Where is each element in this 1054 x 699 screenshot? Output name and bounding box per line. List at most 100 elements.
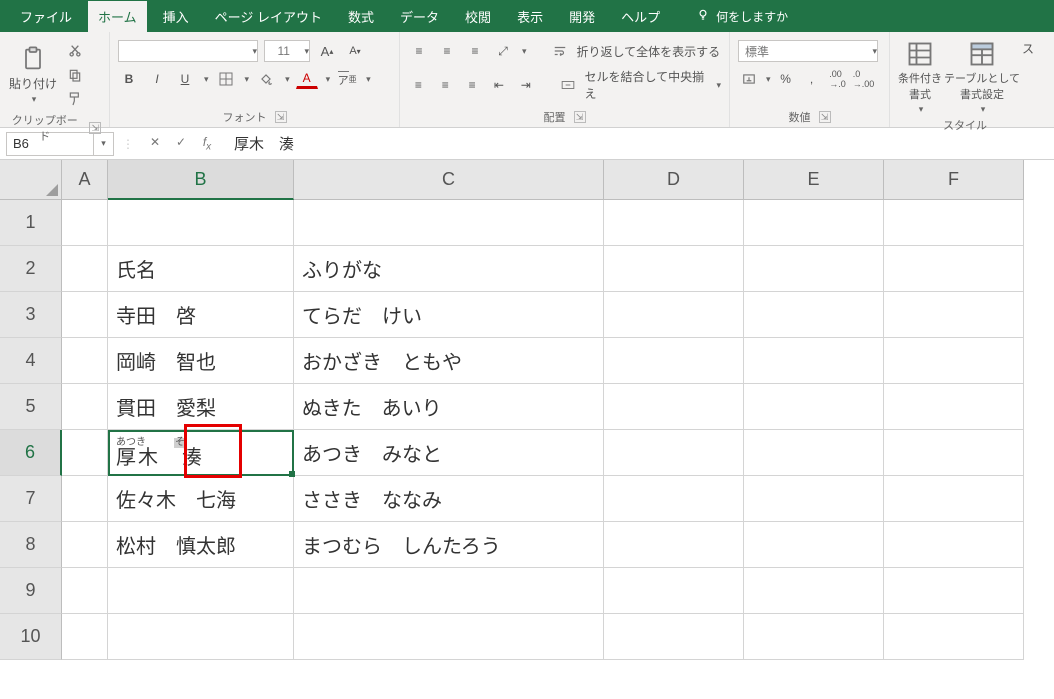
cell-B2[interactable]: 氏名: [108, 246, 294, 292]
number-launcher[interactable]: ⇲: [819, 111, 831, 123]
cell-C4[interactable]: おかざき ともや: [294, 338, 604, 384]
cell-A2[interactable]: [62, 246, 108, 292]
align-center-button[interactable]: ≡: [435, 74, 456, 96]
tab-view[interactable]: 表示: [507, 1, 553, 32]
col-header-D[interactable]: D: [604, 160, 744, 200]
underline-button[interactable]: U: [174, 68, 196, 90]
cell-C8[interactable]: まつむら しんたろう: [294, 522, 604, 568]
cell-F3[interactable]: [884, 292, 1024, 338]
cell-F7[interactable]: [884, 476, 1024, 522]
cell-B1[interactable]: [108, 200, 294, 246]
font-size-combo[interactable]: 11▾: [264, 40, 310, 62]
fill-color-button[interactable]: [255, 68, 277, 90]
cell-A4[interactable]: [62, 338, 108, 384]
cell-C10[interactable]: [294, 614, 604, 660]
cell-A1[interactable]: [62, 200, 108, 246]
cancel-entry-button[interactable]: ✕: [146, 135, 164, 152]
cell-F6[interactable]: [884, 430, 1024, 476]
cell-D5[interactable]: [604, 384, 744, 430]
align-top-button[interactable]: ≡: [408, 40, 430, 62]
cell-C9[interactable]: [294, 568, 604, 614]
decrease-decimal-button[interactable]: .0→.00: [853, 68, 875, 90]
tab-developer[interactable]: 開発: [559, 1, 605, 32]
border-button[interactable]: [215, 68, 237, 90]
cell-B3[interactable]: 寺田 啓: [108, 292, 294, 338]
tab-insert[interactable]: 挿入: [153, 1, 199, 32]
insert-function-button[interactable]: fx: [198, 135, 216, 152]
tab-help[interactable]: ヘルプ: [611, 1, 670, 32]
cell-D2[interactable]: [604, 246, 744, 292]
tell-me-search[interactable]: 何をしますか: [686, 2, 798, 31]
cell-A6[interactable]: [62, 430, 108, 476]
cell-E2[interactable]: [744, 246, 884, 292]
cell-F1[interactable]: [884, 200, 1024, 246]
cell-E3[interactable]: [744, 292, 884, 338]
format-painter-button[interactable]: [64, 88, 86, 110]
cell-F9[interactable]: [884, 568, 1024, 614]
decrease-font-button[interactable]: A▾: [344, 40, 366, 62]
tab-data[interactable]: データ: [390, 1, 449, 32]
phonetic-button[interactable]: ア亜: [336, 68, 358, 90]
col-header-A[interactable]: A: [62, 160, 108, 200]
align-right-button[interactable]: ≡: [462, 74, 483, 96]
comma-button[interactable]: ,: [801, 68, 823, 90]
cell-D10[interactable]: [604, 614, 744, 660]
cell-C1[interactable]: [294, 200, 604, 246]
cell-F8[interactable]: [884, 522, 1024, 568]
row-header-1[interactable]: 1: [0, 200, 62, 246]
cell-B8[interactable]: 松村 慎太郎: [108, 522, 294, 568]
font-launcher[interactable]: ⇲: [275, 111, 287, 123]
cell-A8[interactable]: [62, 522, 108, 568]
cell-A9[interactable]: [62, 568, 108, 614]
merge-center-button[interactable]: セルを結合して中央揃え: [584, 68, 708, 102]
row-header-2[interactable]: 2: [0, 246, 62, 292]
tab-formulas[interactable]: 数式: [338, 1, 384, 32]
row-header-4[interactable]: 4: [0, 338, 62, 384]
row-header-8[interactable]: 8: [0, 522, 62, 568]
italic-button[interactable]: I: [146, 68, 168, 90]
cell-C3[interactable]: てらだ けい: [294, 292, 604, 338]
cell-B5[interactable]: 貫田 愛梨: [108, 384, 294, 430]
col-header-F[interactable]: F: [884, 160, 1024, 200]
cell-F5[interactable]: [884, 384, 1024, 430]
col-header-B[interactable]: B: [108, 160, 294, 200]
cell-F10[interactable]: [884, 614, 1024, 660]
font-name-combo[interactable]: ▾: [118, 40, 258, 62]
row-header-7[interactable]: 7: [0, 476, 62, 522]
tab-home[interactable]: ホーム: [88, 1, 147, 32]
cell-E9[interactable]: [744, 568, 884, 614]
cut-button[interactable]: [64, 40, 86, 62]
cell-C5[interactable]: ぬきた あいり: [294, 384, 604, 430]
cell-F2[interactable]: [884, 246, 1024, 292]
col-header-E[interactable]: E: [744, 160, 884, 200]
alignment-launcher[interactable]: ⇲: [574, 111, 586, 123]
format-as-table-button[interactable]: テーブルとして 書式設定▾: [948, 40, 1016, 115]
cell-D4[interactable]: [604, 338, 744, 384]
align-middle-button[interactable]: ≡: [436, 40, 458, 62]
bold-button[interactable]: B: [118, 68, 140, 90]
cell-A10[interactable]: [62, 614, 108, 660]
row-header-6[interactable]: 6: [0, 430, 62, 476]
cell-D7[interactable]: [604, 476, 744, 522]
cell-A5[interactable]: [62, 384, 108, 430]
cell-C6[interactable]: あつき みなと: [294, 430, 604, 476]
row-header-3[interactable]: 3: [0, 292, 62, 338]
cell-E1[interactable]: [744, 200, 884, 246]
cell-A7[interactable]: [62, 476, 108, 522]
cell-E10[interactable]: [744, 614, 884, 660]
increase-decimal-button[interactable]: .00→.0: [827, 68, 849, 90]
cell-B4[interactable]: 岡崎 智也: [108, 338, 294, 384]
tab-file[interactable]: ファイル: [10, 1, 82, 32]
row-header-10[interactable]: 10: [0, 614, 62, 660]
cell-B10[interactable]: [108, 614, 294, 660]
cell-C7[interactable]: ささき ななみ: [294, 476, 604, 522]
row-header-5[interactable]: 5: [0, 384, 62, 430]
cell-E6[interactable]: [744, 430, 884, 476]
increase-indent-button[interactable]: ⇥: [515, 74, 536, 96]
copy-button[interactable]: [64, 64, 86, 86]
cell-C2[interactable]: ふりがな: [294, 246, 604, 292]
font-color-button[interactable]: A: [296, 69, 318, 89]
accounting-format-button[interactable]: [738, 68, 760, 90]
cell-B7[interactable]: 佐々木 七海: [108, 476, 294, 522]
col-header-C[interactable]: C: [294, 160, 604, 200]
